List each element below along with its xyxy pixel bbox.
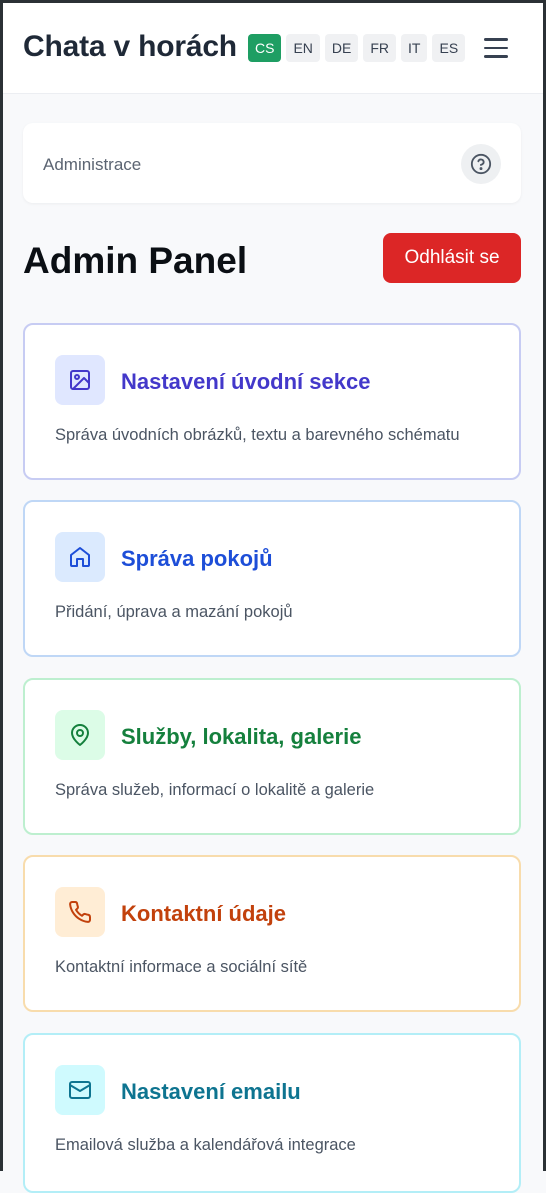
card-icon-container <box>55 355 105 405</box>
site-header: Chata v horách CS EN DE FR IT ES <box>0 0 546 94</box>
card-title: Správa pokojů <box>121 546 273 571</box>
help-circle-icon <box>470 153 492 175</box>
help-button[interactable] <box>461 144 501 184</box>
card-icon-container <box>55 887 105 937</box>
card-icon-container <box>55 1065 105 1115</box>
mail-icon <box>69 1081 91 1099</box>
card-title: Nastavení úvodní sekce <box>121 369 371 394</box>
page-title: Admin Panel <box>23 240 248 281</box>
logout-button[interactable]: Odhlásit se <box>383 233 521 283</box>
home-icon <box>70 547 90 567</box>
lang-button-es[interactable]: ES <box>432 34 466 62</box>
card-title: Služby, lokalita, galerie <box>121 724 362 749</box>
lang-button-de[interactable]: DE <box>324 34 359 62</box>
phone-icon <box>69 900 92 923</box>
card-description: Kontaktní informace a sociální sítě <box>55 958 308 976</box>
card-description: Správa služeb, informací o lokalitě a ga… <box>55 781 375 799</box>
breadcrumb-label: Administrace <box>43 155 142 174</box>
lang-button-it[interactable]: IT <box>401 34 428 62</box>
card-description: Emailová služba a kalendářová integrace <box>55 1136 356 1154</box>
admin-card-services-location-gallery[interactable]: Služby, lokalita, galerie Správa služeb,… <box>23 678 521 835</box>
admin-card-email-settings[interactable]: Nastavení emailu Emailová služba a kalen… <box>23 1033 521 1193</box>
map-pin-icon <box>71 724 89 746</box>
lang-button-en[interactable]: EN <box>286 34 320 62</box>
admin-card-hero-settings[interactable]: Nastavení úvodní sekce Správa úvodních o… <box>23 323 521 480</box>
language-switcher: CS EN DE FR IT ES <box>248 34 466 62</box>
image-icon <box>70 370 90 390</box>
hamburger-menu-icon[interactable] <box>484 38 508 58</box>
lang-button-cs[interactable]: CS <box>248 34 282 62</box>
lang-button-fr[interactable]: FR <box>363 34 397 62</box>
admin-card-contact[interactable]: Kontaktní údaje Kontaktní informace a so… <box>23 855 521 1012</box>
site-title[interactable]: Chata v horách <box>23 30 237 64</box>
card-title: Nastavení emailu <box>121 1079 301 1104</box>
card-title: Kontaktní údaje <box>121 901 287 926</box>
admin-card-rooms[interactable]: Správa pokojů Přidání, úprava a mazání p… <box>23 500 521 657</box>
breadcrumb: Administrace <box>23 123 521 203</box>
card-description: Přidání, úprava a mazání pokojů <box>55 603 293 621</box>
card-description: Správa úvodních obrázků, textu a barevné… <box>55 426 460 444</box>
card-icon-container <box>55 532 105 582</box>
card-icon-container <box>55 710 105 760</box>
